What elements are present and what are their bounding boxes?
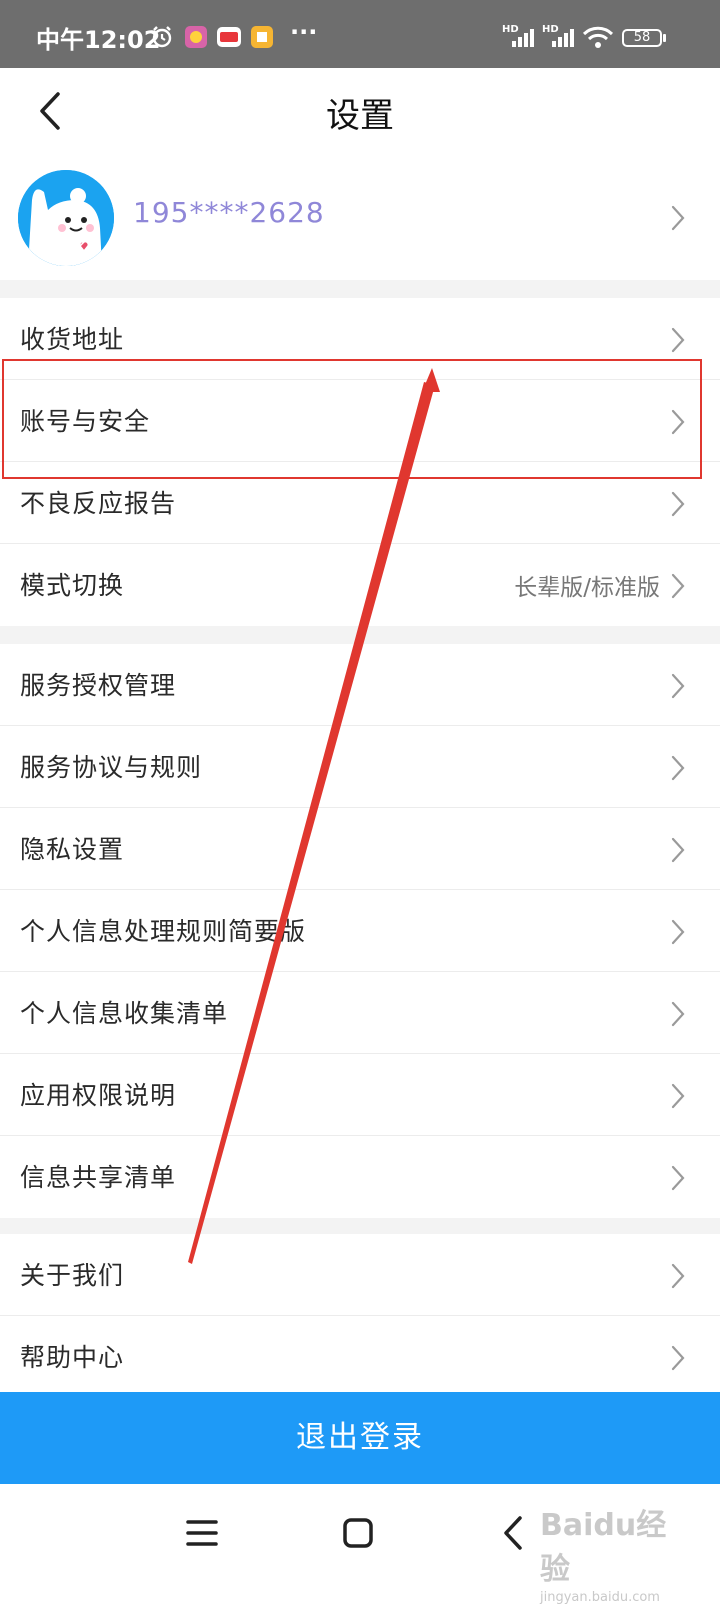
chevron-right-icon [671, 327, 685, 353]
back-icon[interactable] [490, 1508, 540, 1558]
avatar[interactable] [18, 170, 114, 266]
battery-level: 58 [633, 30, 651, 45]
row-service-agreement[interactable]: 服务协议与规则 [0, 726, 720, 808]
row-label: 信息共享清单 [20, 1163, 177, 1192]
row-label: 个人信息收集清单 [20, 999, 229, 1028]
row-label: 隐私设置 [20, 835, 125, 864]
row-help-center[interactable]: 帮助中心 [0, 1316, 720, 1392]
row-label: 个人信息处理规则简要版 [20, 917, 307, 946]
row-personal-info-rules[interactable]: 个人信息处理规则简要版 [0, 890, 720, 972]
baidu-watermark: Baidu经验 jingyan.baidu.com [540, 1500, 690, 1605]
status-time: 中午12:02 [36, 26, 161, 54]
row-label: 帮助中心 [20, 1343, 125, 1372]
chevron-right-icon [671, 755, 685, 781]
profile-phone: 195****2628 [133, 196, 325, 229]
toutiao-app-icon [217, 27, 241, 47]
row-mode-switch[interactable]: 模式切换 长辈版/标准版 [0, 544, 720, 626]
battery-tip [663, 34, 666, 42]
alarm-icon [152, 26, 172, 48]
menu-icon[interactable] [178, 1508, 228, 1558]
home-icon[interactable] [334, 1508, 384, 1558]
chevron-right-icon [671, 573, 685, 599]
section-gap [0, 280, 720, 298]
row-label: 服务协议与规则 [20, 753, 203, 782]
signal-icon-1 [512, 29, 534, 47]
chevron-right-icon [671, 1083, 685, 1109]
chevron-right-icon [671, 491, 685, 517]
row-value: 长辈版/标准版 [514, 575, 660, 601]
row-privacy-settings[interactable]: 隐私设置 [0, 808, 720, 890]
row-label: 关于我们 [20, 1261, 125, 1290]
profile-row[interactable]: 195****2628 [0, 156, 720, 280]
chevron-right-icon [671, 919, 685, 945]
row-label: 模式切换 [20, 571, 125, 600]
page-title: 设置 [326, 96, 394, 136]
status-bar: 中午12:02 ··· HD HD 58 [0, 0, 720, 68]
chevron-right-icon [671, 1165, 685, 1191]
battery-icon: 58 [622, 29, 662, 47]
chevron-right-icon [671, 1263, 685, 1289]
logout-button[interactable]: 退出登录 [0, 1392, 720, 1484]
section-gap [0, 1218, 720, 1234]
row-label: 不良反应报告 [20, 489, 177, 518]
chevron-right-icon [671, 1001, 685, 1027]
app-notification-icon [185, 26, 207, 48]
chevron-right-icon [671, 1345, 685, 1371]
chevron-right-icon [671, 673, 685, 699]
highlight-box [2, 359, 702, 479]
row-personal-info-collection[interactable]: 个人信息收集清单 [0, 972, 720, 1054]
more-notifications: ··· [290, 18, 318, 46]
wifi-icon [582, 26, 614, 48]
row-app-permissions[interactable]: 应用权限说明 [0, 1054, 720, 1136]
notes-app-icon [251, 26, 273, 48]
bear-avatar-icon [18, 170, 114, 266]
watermark-subtext: jingyan.baidu.com [540, 1590, 660, 1605]
chevron-right-icon [671, 205, 685, 231]
section-gap [0, 626, 720, 644]
row-about-us[interactable]: 关于我们 [0, 1234, 720, 1316]
row-label: 收货地址 [20, 325, 125, 354]
header: 设置 [0, 68, 720, 154]
row-label: 应用权限说明 [20, 1081, 177, 1110]
row-service-authorization[interactable]: 服务授权管理 [0, 644, 720, 726]
signal-icon-2 [552, 29, 574, 47]
watermark-text: Baidu经验 [540, 1508, 667, 1587]
row-info-sharing[interactable]: 信息共享清单 [0, 1136, 720, 1218]
row-label: 服务授权管理 [20, 671, 177, 700]
chevron-right-icon [671, 837, 685, 863]
